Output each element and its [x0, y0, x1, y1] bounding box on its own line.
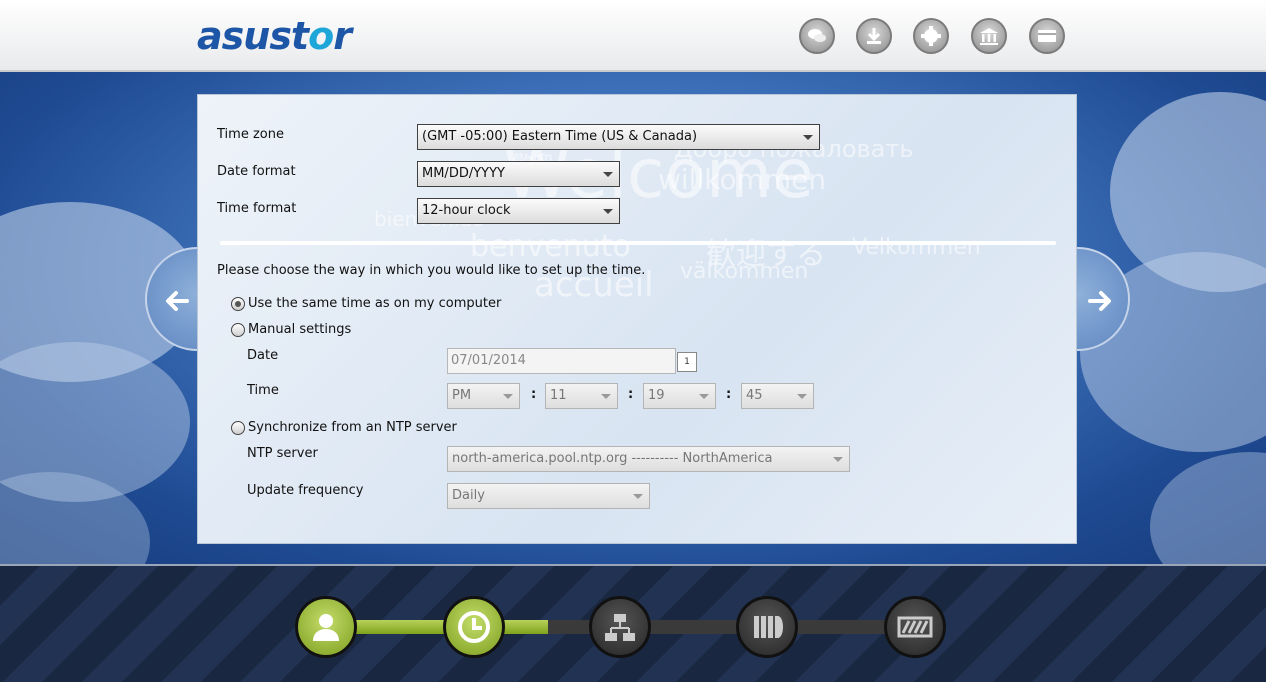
card-icon[interactable]	[1029, 18, 1065, 54]
minute-value: 19	[648, 388, 665, 403]
time-format-value: 12-hour clock	[422, 203, 511, 218]
time-zone-select[interactable]: (GMT -05:00) Eastern Time (US & Canada)	[417, 124, 820, 150]
hour-select[interactable]: 11	[545, 383, 618, 409]
chevron-down-icon	[603, 209, 613, 214]
hour-value: 11	[550, 388, 567, 403]
time-format-select[interactable]: 12-hour clock	[417, 198, 620, 224]
time-label: Time	[247, 383, 279, 398]
update-frequency-select[interactable]: Daily	[447, 483, 650, 509]
time-separator: :	[726, 387, 732, 402]
chat-icon[interactable]	[799, 18, 835, 54]
option-manual-label[interactable]: Manual settings	[248, 322, 351, 337]
option-computer-label[interactable]: Use the same time as on my computer	[248, 296, 501, 311]
user-icon	[313, 614, 339, 641]
ntp-server-label: NTP server	[247, 446, 318, 461]
chevron-down-icon	[797, 394, 807, 399]
option-ntp-label[interactable]: Synchronize from an NTP server	[248, 420, 457, 435]
date-format-label: Date format	[217, 164, 296, 179]
network-icon	[605, 614, 635, 641]
watermark-word: Velkommen	[852, 235, 981, 260]
chevron-down-icon	[603, 172, 613, 177]
wizard-footer	[0, 564, 1266, 682]
time-zone-value: (GMT -05:00) Eastern Time (US & Canada)	[422, 129, 698, 144]
watermark-word: benvenuto	[470, 229, 631, 264]
radio-ntp-sync[interactable]	[231, 421, 245, 435]
second-select[interactable]: 45	[741, 383, 814, 409]
download-icon[interactable]	[856, 18, 892, 54]
finish-icon	[897, 616, 933, 638]
time-settings-panel: Welcome Добро пожаловать willkommen bien…	[197, 94, 1077, 544]
watermark-word: välkommen	[680, 259, 809, 284]
chevron-down-icon	[633, 494, 643, 499]
gear-icon[interactable]	[913, 18, 949, 54]
step-time[interactable]	[443, 596, 505, 658]
time-format-label: Time format	[217, 201, 297, 216]
step-storage[interactable]	[736, 596, 798, 658]
date-label: Date	[247, 348, 279, 363]
step-network[interactable]	[589, 596, 651, 658]
radio-manual-settings[interactable]	[231, 323, 245, 337]
chevron-down-icon	[833, 457, 843, 462]
instruction-text: Please choose the way in which you would…	[217, 263, 646, 278]
chevron-down-icon	[601, 394, 611, 399]
arrow-left-icon	[166, 291, 189, 311]
watermark-word: willkommen	[658, 163, 827, 196]
ampm-select[interactable]: PM	[447, 383, 520, 409]
chevron-down-icon	[803, 135, 813, 140]
date-input[interactable]: 07/01/2014	[447, 348, 676, 374]
chevron-down-icon	[503, 394, 513, 399]
storage-icon	[754, 616, 783, 638]
step-finish[interactable]	[884, 596, 946, 658]
asustor-logo: asustor	[197, 14, 352, 58]
update-frequency-label: Update frequency	[247, 483, 364, 498]
time-zone-label: Time zone	[217, 127, 284, 142]
step-user[interactable]	[295, 596, 357, 658]
ampm-value: PM	[452, 388, 472, 403]
date-format-value: MM/DD/YYYY	[422, 166, 505, 181]
ntp-server-value: north-america.pool.ntp.org ---------- No…	[452, 451, 773, 466]
watermark-word: 歓迎する	[706, 237, 826, 272]
date-format-select[interactable]: MM/DD/YYYY	[417, 161, 620, 187]
chevron-down-icon	[699, 394, 709, 399]
update-frequency-value: Daily	[452, 488, 485, 503]
section-divider	[220, 241, 1056, 245]
minute-select[interactable]: 19	[643, 383, 716, 409]
time-separator: :	[628, 387, 634, 402]
ntp-server-select[interactable]: north-america.pool.ntp.org ---------- No…	[447, 446, 850, 472]
calendar-icon[interactable]: 1	[677, 352, 697, 372]
radio-use-computer-time[interactable]	[231, 297, 245, 311]
bank-icon[interactable]	[971, 18, 1007, 54]
clock-icon	[458, 611, 490, 643]
top-header: asustor	[0, 0, 1266, 72]
arrow-right-icon	[1088, 291, 1111, 311]
time-separator: :	[531, 387, 537, 402]
second-value: 45	[746, 388, 763, 403]
